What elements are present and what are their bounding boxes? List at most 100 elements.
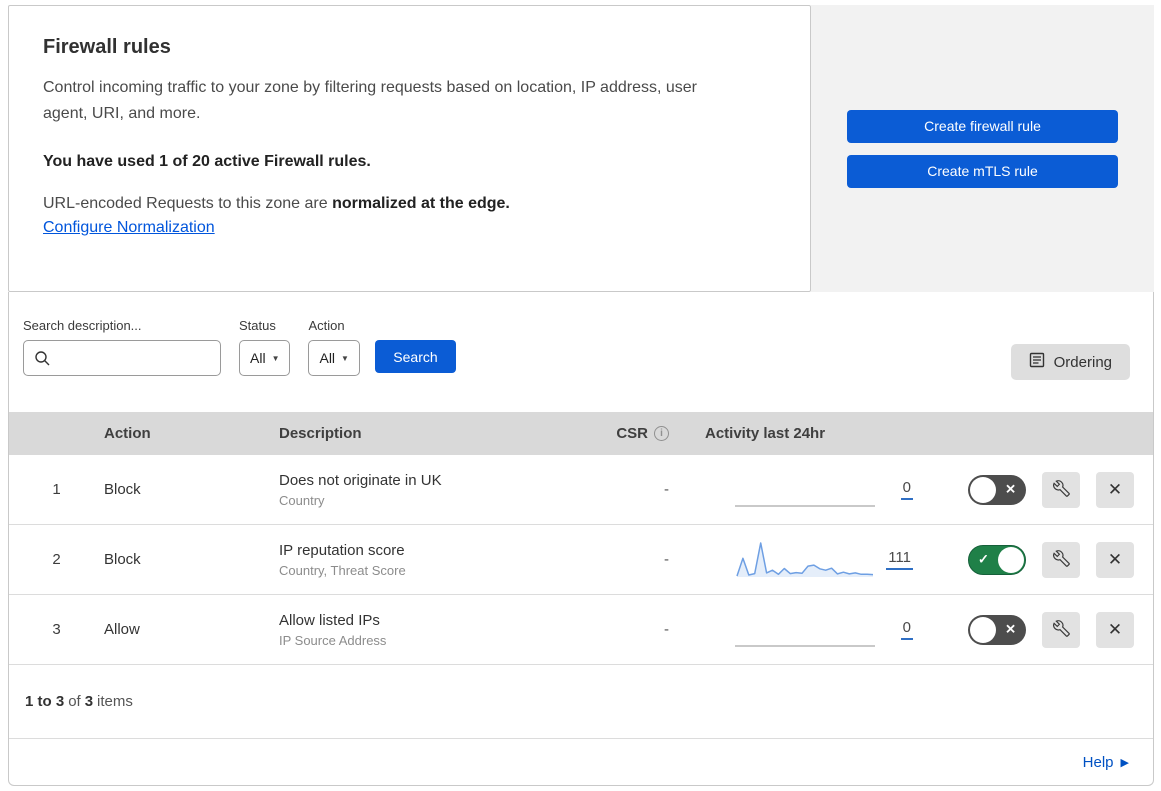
table-row: 3 Allow Allow listed IPs IP Source Addre… — [9, 595, 1153, 665]
wrench-icon — [1052, 549, 1070, 570]
col-csr: CSR i — [589, 425, 689, 442]
status-filter-group: Status All ▼ — [239, 318, 291, 376]
help-label: Help — [1082, 753, 1114, 771]
page-description: Control incoming traffic to your zone by… — [43, 79, 697, 122]
help-link[interactable]: Help ▶ — [1083, 754, 1129, 771]
filter-bar: Search description... Status All ▼ Actio… — [9, 292, 1153, 412]
items-word: items — [97, 693, 133, 710]
edit-rule-button[interactable] — [1042, 611, 1080, 648]
chevron-down-icon: ▼ — [341, 353, 349, 363]
create-mtls-rule-button[interactable]: Create mTLS rule — [847, 154, 1118, 188]
rule-csr: - — [664, 551, 669, 568]
intro-card: Firewall rules Control incoming traffic … — [8, 5, 811, 292]
items-total: 3 — [84, 693, 94, 710]
enable-toggle[interactable]: ✕ — [968, 614, 1026, 645]
action-dropdown-value: All — [319, 350, 336, 366]
info-icon[interactable]: i — [654, 426, 669, 441]
configure-normalization-link[interactable]: Configure Normalization — [43, 219, 215, 237]
close-icon: ✕ — [1107, 619, 1123, 639]
items-range: 1 to 3 — [25, 693, 65, 710]
toggle-knob — [998, 546, 1024, 573]
activity-sparkline — [735, 608, 875, 652]
rule-priority: 1 — [52, 481, 61, 498]
action-label: Action — [308, 318, 345, 333]
close-icon: ✕ — [1107, 479, 1123, 499]
enable-toggle[interactable]: ✓ — [968, 544, 1026, 575]
search-input[interactable] — [23, 340, 221, 376]
table-header: Action Description CSR i Activity last 2… — [9, 412, 1153, 455]
activity-sparkline — [735, 468, 875, 512]
wrench-icon — [1052, 619, 1070, 640]
action-filter-group: Action All ▼ — [308, 318, 360, 376]
rule-description-title: IP reputation score — [279, 541, 405, 559]
table-row: 2 Block IP reputation score Country, Thr… — [9, 525, 1153, 595]
toggle-knob — [970, 616, 996, 643]
activity-sparkline — [735, 538, 875, 582]
rule-activity: 0 — [689, 608, 935, 652]
col-activity: Activity last 24hr — [705, 425, 826, 442]
search-group: Search description... — [23, 318, 221, 376]
rule-description: Allow listed IPs IP Source Address — [279, 612, 589, 648]
ordering-button-label: Ordering — [1053, 353, 1112, 371]
normalization-text: URL-encoded Requests to this zone are no… — [43, 195, 740, 213]
rule-csr: - — [664, 481, 669, 498]
toggle-state-icon: ✕ — [1005, 621, 1016, 637]
rule-controls: ✓ ✕ — [935, 541, 1153, 578]
header-section: Firewall rules Control incoming traffic … — [8, 5, 1154, 292]
items-count-text: 1 to 3 of 3 items — [25, 693, 133, 710]
action-dropdown[interactable]: All ▼ — [308, 340, 360, 376]
toggle-knob — [970, 476, 996, 503]
firewall-rules-page: Firewall rules Control incoming traffic … — [0, 0, 1161, 791]
activity-count-link[interactable]: 0 — [900, 479, 913, 500]
status-label: Status — [239, 318, 276, 333]
rule-controls: ✕ ✕ — [935, 611, 1153, 648]
activity-count-link[interactable]: 0 — [900, 619, 913, 640]
rule-priority: 2 — [52, 551, 61, 568]
toggle-state-icon: ✓ — [978, 551, 989, 567]
enable-toggle[interactable]: ✕ — [968, 474, 1026, 505]
status-dropdown[interactable]: All ▼ — [239, 340, 291, 376]
arrow-right-icon: ▶ — [1120, 756, 1129, 769]
rule-description-title: Allow listed IPs — [279, 611, 380, 629]
rule-controls: ✕ ✕ — [935, 471, 1153, 508]
rule-priority: 3 — [52, 621, 61, 638]
table-footer: 1 to 3 of 3 items — [9, 665, 1153, 739]
normalization-prefix: URL-encoded Requests to this zone are — [43, 195, 333, 212]
cta-panel: Create firewall rule Create mTLS rule — [811, 5, 1154, 292]
search-icon — [34, 350, 51, 367]
usage-notice: You have used 1 of 20 active Firewall ru… — [43, 153, 371, 170]
rule-description-title: Does not originate in UK — [279, 471, 442, 489]
rule-action: Block — [104, 481, 141, 498]
col-csr-label: CSR — [616, 425, 648, 442]
table-row: 1 Block Does not originate in UK Country… — [9, 455, 1153, 525]
ordering-list-icon — [1029, 352, 1045, 372]
rule-activity: 0 — [689, 468, 935, 512]
rule-description: Does not originate in UK Country — [279, 472, 589, 508]
normalization-bold: normalized at the edge. — [332, 195, 510, 212]
col-description: Description — [279, 425, 362, 442]
rule-fields: Country — [279, 492, 325, 508]
close-icon: ✕ — [1107, 549, 1123, 569]
items-of: of — [68, 693, 81, 710]
rule-description: IP reputation score Country, Threat Scor… — [279, 542, 589, 578]
rule-activity: 111 — [689, 538, 935, 582]
edit-rule-button[interactable] — [1042, 471, 1080, 508]
search-label: Search description... — [23, 318, 142, 333]
delete-rule-button[interactable]: ✕ — [1096, 611, 1134, 648]
search-button[interactable]: Search — [374, 340, 456, 373]
create-firewall-rule-button[interactable]: Create firewall rule — [847, 109, 1118, 143]
wrench-icon — [1052, 479, 1070, 500]
activity-count-link[interactable]: 111 — [886, 549, 913, 570]
toggle-state-icon: ✕ — [1005, 481, 1016, 497]
col-action: Action — [104, 425, 151, 442]
ordering-button[interactable]: Ordering — [1010, 344, 1130, 380]
edit-rule-button[interactable] — [1042, 541, 1080, 578]
rule-csr: - — [664, 621, 669, 638]
rule-fields: Country, Threat Score — [279, 562, 406, 578]
delete-rule-button[interactable]: ✕ — [1096, 541, 1134, 578]
rule-action: Allow — [104, 621, 140, 638]
delete-rule-button[interactable]: ✕ — [1096, 471, 1134, 508]
status-dropdown-value: All — [250, 350, 266, 366]
chevron-down-icon: ▼ — [271, 353, 280, 363]
rules-list-card: Search description... Status All ▼ Actio… — [8, 292, 1154, 786]
